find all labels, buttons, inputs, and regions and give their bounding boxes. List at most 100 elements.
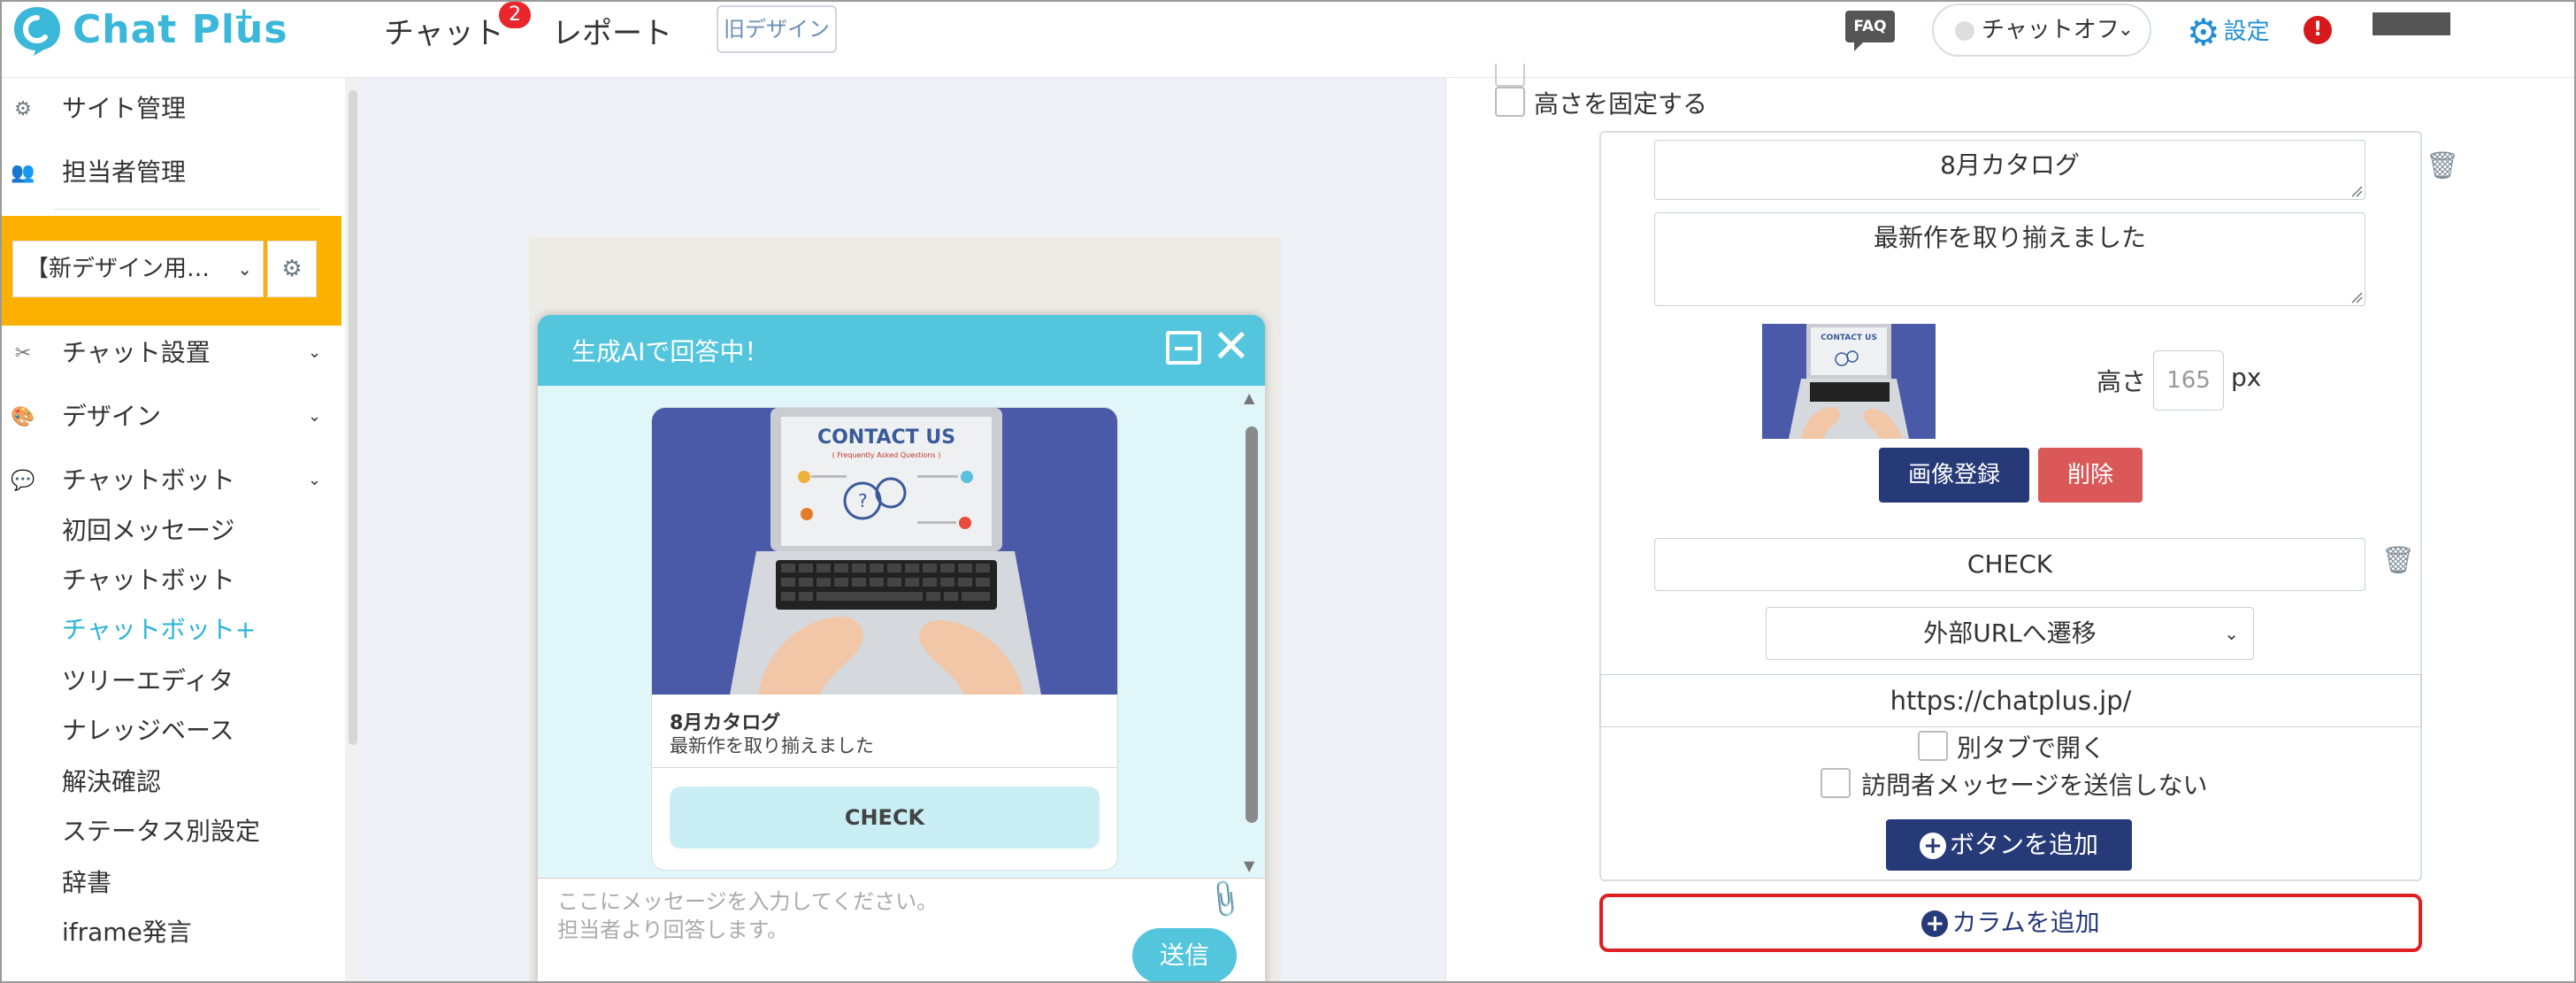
button-label-input[interactable]: CHECK <box>1654 538 2365 591</box>
sidebar-sub-tree-editor[interactable]: ツリーエディタ <box>62 664 234 699</box>
send-button[interactable]: 送信 <box>1132 928 1237 981</box>
carousel-card: CONTACT US ( Frequently Asked Questions … <box>651 407 1118 871</box>
image-text: CONTACT US <box>817 426 955 449</box>
sidebar-item-design[interactable]: 🎨 デザイン <box>2 395 161 439</box>
sidebar-item-label: チャットボット <box>62 465 235 495</box>
no-visitor-message-checkbox[interactable] <box>1821 768 1851 798</box>
widget-scrollbar[interactable]: ▲ ▼ <box>1242 389 1260 874</box>
sidebar-scrollbar-thumb[interactable] <box>349 90 357 745</box>
widget-scrollbar-thumb[interactable] <box>1246 426 1258 823</box>
add-button-button[interactable]: + ボタンを追加 <box>1886 819 2132 871</box>
sidebar-sub-chatbot[interactable]: チャットボット <box>62 563 235 598</box>
sidebar-sub-resolution-check[interactable]: 解決確認 <box>62 764 161 800</box>
chevron-down-icon[interactable]: ⌄ <box>308 407 321 426</box>
image-subtext: ( Frequently Asked Questions ) <box>832 451 941 459</box>
svg-text:CONTACT US: CONTACT US <box>1821 334 1877 342</box>
user-name-redacted[interactable] <box>2373 12 2450 35</box>
card-check-button[interactable]: CHECK <box>670 787 1100 849</box>
scroll-down-icon[interactable]: ▼ <box>1244 857 1254 874</box>
image-height-unit: px <box>2231 363 2262 392</box>
logo-text[interactable]: Chat Plus <box>73 7 288 52</box>
nav-chat[interactable]: チャット <box>384 9 504 52</box>
chevron-down-icon[interactable]: ⌄ <box>308 343 321 362</box>
card-description: 最新作を取り揃えました <box>670 735 874 756</box>
fix-height-label: 高さを固定する <box>1534 89 1708 119</box>
contact-us-laptop-image: CONTACT US ( Frequently Asked Questions … <box>652 408 1117 695</box>
open-new-tab-label: 別タブで開く <box>1957 733 2106 763</box>
sidebar-item-label: 担当者管理 <box>62 157 187 187</box>
app-window: Chat Plus + チャット 2 レポート 旧デザイン FAQ チャットオフ… <box>0 0 2576 983</box>
gear-user-icon: ⚙ <box>14 98 32 120</box>
sidebar-item-agent-manage[interactable]: 👥 担当者管理 <box>2 150 186 195</box>
column-image-thumbnail: CONTACT US <box>1762 324 1936 439</box>
sidebar-sub-dictionary[interactable]: 辞書 <box>62 865 111 901</box>
resize-grip-icon[interactable] <box>2350 291 2363 303</box>
close-icon[interactable]: ✕ <box>1212 319 1251 375</box>
image-delete-button[interactable]: 削除 <box>2038 448 2143 503</box>
widget-title: 生成AIで回答中！ <box>571 337 770 366</box>
add-button-label: ボタンを追加 <box>1949 830 2098 859</box>
chat-bubbles-icon: 💬 <box>11 470 35 492</box>
chevron-down-icon[interactable]: ⌄ <box>308 471 321 489</box>
open-new-tab-checkbox[interactable] <box>1918 731 1948 761</box>
site-select-dropdown[interactable]: 【新デザイン用… ⌄ <box>12 241 264 297</box>
paperclip-icon[interactable]: 📎 <box>1202 877 1247 921</box>
message-placeholder-line1: ここにメッセージを入力してください。 <box>557 889 939 914</box>
minimize-icon[interactable] <box>1166 331 1201 365</box>
card-divider <box>652 767 1117 768</box>
sidebar-sub-knowledge-base[interactable]: ナレッジベース <box>62 713 234 749</box>
widget-input-area[interactable]: ここにメッセージを入力してください。 担当者より回答します。 📎 送信 <box>538 877 1265 981</box>
sidebar-sub-status-settings[interactable]: ステータス別設定 <box>62 814 260 849</box>
sidebar-item-label: デザイン <box>62 402 162 431</box>
chevron-down-icon: ⌄ <box>2117 19 2134 41</box>
fix-height-checkbox[interactable] <box>1495 87 1525 117</box>
plus-circle-icon: + <box>1919 833 1946 859</box>
sidebar-sub-first-message[interactable]: 初回メッセージ <box>62 513 234 549</box>
sidebar-item-label: チャット設置 <box>62 338 211 367</box>
nav-report[interactable]: レポート <box>552 9 672 52</box>
sidebar-sub-iframe[interactable]: iframe発言 <box>62 915 192 950</box>
old-design-button[interactable]: 旧デザイン <box>717 5 837 53</box>
site-settings-gear-icon[interactable]: ⚙ <box>267 241 317 297</box>
no-visitor-message-label: 訪問者メッセージを送信しない <box>1861 771 2208 800</box>
chat-status-label: チャットオフ <box>1982 17 2120 43</box>
chat-status-dropdown[interactable]: チャットオフ ⌄ <box>1932 4 2151 57</box>
column-description-value: 最新作を取り揃えました <box>1873 223 2146 252</box>
sidebar-sub-chatbot-plus[interactable]: チャットボット+ <box>62 612 256 648</box>
svg-text:?: ? <box>858 490 868 511</box>
users-icon: 👥 <box>11 162 35 184</box>
image-height-label: 高さ <box>2097 367 2147 396</box>
faq-icon[interactable]: FAQ <box>1845 11 1895 51</box>
button-label-value: CHECK <box>1966 549 2053 579</box>
palette-icon: 🎨 <box>11 406 35 428</box>
trash-icon[interactable]: 🗑 <box>2381 545 2415 576</box>
alert-icon[interactable]: ! <box>2304 16 2332 44</box>
image-height-input[interactable]: 165 <box>2153 350 2224 411</box>
message-placeholder-line2: 担当者より回答します。 <box>557 918 789 942</box>
top-header: Chat Plus + チャット 2 レポート 旧デザイン FAQ チャットオフ… <box>2 2 2574 78</box>
logo-plus: + <box>234 2 255 31</box>
plus-circle-icon: + <box>1921 910 1949 937</box>
sidebar-item-site-manage[interactable]: ⚙ サイト管理 <box>2 87 186 131</box>
sidebar-divider <box>55 209 320 210</box>
settings-link[interactable]: ⚙ 設定 <box>2187 11 2270 54</box>
settings-label: 設定 <box>2223 19 2270 45</box>
trash-icon[interactable]: 🗑 <box>2426 150 2459 181</box>
sidebar-item-chat-settings[interactable]: ✂ チャット設置 <box>2 331 211 375</box>
chat-plus-logo-icon[interactable] <box>11 4 64 57</box>
url-input[interactable]: https://chatplus.jp/ <box>1599 674 2422 727</box>
sidebar-item-label: サイト管理 <box>62 94 187 123</box>
resize-grip-icon[interactable] <box>2350 185 2363 197</box>
column-title-value: 8月カタログ <box>1940 150 2080 180</box>
column-description-input[interactable]: 最新作を取り揃えました <box>1654 212 2365 306</box>
scroll-up-icon[interactable]: ▲ <box>1244 389 1254 406</box>
chevron-down-icon: ⌄ <box>2224 623 2239 644</box>
chevron-down-icon: ⌄ <box>237 258 252 280</box>
column-title-input[interactable]: 8月カタログ <box>1654 140 2365 200</box>
add-column-button[interactable]: + カラムを追加 <box>1599 894 2422 952</box>
sidebar-item-chatbot[interactable]: 💬 チャットボット <box>2 458 235 503</box>
button-action-select[interactable]: 外部URLへ遷移 ⌄ <box>1766 607 2254 660</box>
partial-checkbox[interactable] <box>1495 64 1525 87</box>
image-register-button[interactable]: 画像登録 <box>1879 448 2029 503</box>
button-action-value: 外部URLへ遷移 <box>1923 618 2097 648</box>
